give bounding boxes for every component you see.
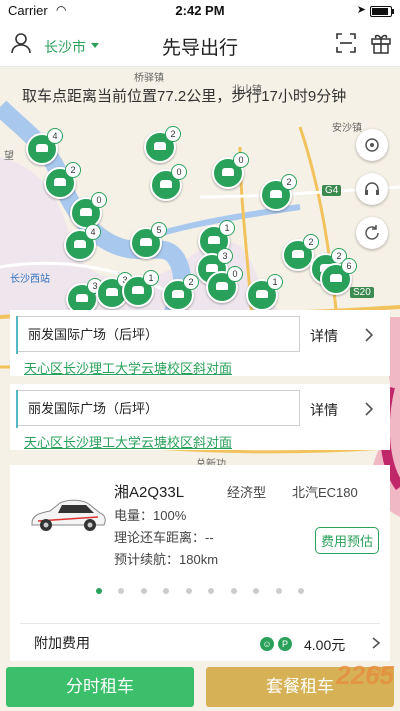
car-station-marker[interactable]: 0 (150, 164, 187, 201)
carousel-dot[interactable] (140, 588, 147, 594)
gift-icon[interactable] (370, 32, 392, 54)
station-card[interactable]: 丽发国际广场（后坪） 详情 天心区长沙理工大学云塘校区斜对面 (10, 384, 390, 450)
extra-fee-label: 附加费用 (34, 635, 90, 651)
carousel-dot[interactable] (230, 588, 237, 594)
vehicle-class: 经济型 (227, 485, 267, 500)
carousel-dot[interactable] (163, 588, 170, 594)
carousel-dot[interactable] (275, 588, 282, 594)
customer-service-button[interactable] (356, 173, 388, 205)
vehicle-model: 北汽EC180 (292, 485, 358, 500)
detail-link[interactable]: 详情 (310, 400, 338, 420)
battery-icon (370, 6, 394, 17)
status-bar: Carrier ◠ 2:42 PM ➤ (0, 0, 400, 22)
car-station-marker[interactable]: 0 (206, 266, 243, 303)
plate-number: 湘A2Q33L (114, 484, 185, 501)
carousel-dot[interactable] (185, 588, 192, 594)
highway-badge: G4 (322, 185, 342, 196)
nav-bar: 长沙市 先导出行 (0, 22, 400, 67)
watermark-sub: 手游网 (366, 666, 394, 676)
map-label: 安沙镇 (332, 123, 362, 134)
chevron-right-icon[interactable] (362, 328, 376, 342)
map-label: 桥驿镇 (134, 73, 164, 84)
refresh-button[interactable] (356, 217, 388, 249)
divider (20, 623, 380, 624)
car-station-marker[interactable]: 0 (212, 152, 249, 189)
car-station-marker[interactable]: 2 (144, 126, 181, 163)
chevron-right-icon[interactable] (370, 637, 382, 649)
scan-icon[interactable] (336, 33, 356, 53)
carousel-dot[interactable] (208, 588, 215, 594)
refresh-icon (365, 225, 379, 240)
smiley-icon: ☺ (260, 636, 274, 651)
map-label: 望 (4, 151, 14, 162)
clock: 2:42 PM (175, 3, 225, 18)
location-arrow-icon: ➤ (356, 4, 366, 16)
detail-link[interactable]: 详情 (310, 326, 338, 346)
distance-info: 取车点距离当前位置77.2公里，步行17小时9分钟 (22, 88, 347, 105)
chevron-right-icon[interactable] (362, 402, 376, 416)
parking-icon: P (278, 636, 292, 651)
station-address[interactable]: 天心区长沙理工大学云塘校区斜对面 (24, 358, 232, 377)
map-label: 长沙西站 (10, 274, 50, 285)
car-image (31, 499, 106, 531)
vehicle-panel[interactable]: 湘A2Q33L 经济型 北汽EC180 电量：100% 理论还车距离：-- 预计… (10, 465, 390, 661)
return-distance: 理论还车距离：-- (114, 530, 214, 545)
carousel-dot[interactable] (298, 588, 305, 594)
battery-level: 电量：100% (114, 508, 187, 523)
time-rental-button[interactable]: 分时租车 (6, 667, 194, 707)
car-station-marker[interactable]: 5 (130, 222, 167, 259)
carousel-dot[interactable] (95, 588, 102, 594)
carousel-dot[interactable] (253, 588, 260, 594)
carousel-dot[interactable] (118, 588, 125, 594)
station-address[interactable]: 天心区长沙理工大学云塘校区斜对面 (24, 432, 232, 451)
locate-button[interactable] (356, 129, 388, 161)
car-station-marker[interactable]: 1 (246, 274, 283, 311)
station-card[interactable]: 丽发国际广场（后坪） 详情 天心区长沙理工大学云塘校区斜对面 (10, 310, 390, 376)
fee-estimate-button[interactable]: 费用预估 (315, 527, 380, 554)
car-station-marker[interactable]: 4 (64, 224, 101, 261)
car-station-marker[interactable]: 4 (26, 128, 63, 165)
estimated-range: 预计续航：180km (114, 552, 219, 567)
station-name: 丽发国际广场（后坪） (18, 316, 300, 352)
extra-fee-icons: ☺ P (260, 635, 296, 653)
car-station-marker[interactable]: 2 (162, 274, 199, 311)
carousel-dots (10, 581, 390, 599)
headset-icon (365, 182, 379, 195)
crosshair-icon (365, 138, 379, 152)
extra-fee-price: 4.00元 (304, 637, 346, 653)
car-station-marker[interactable]: 6 (320, 258, 357, 295)
highway-badge: S20 (350, 287, 374, 298)
car-station-marker[interactable]: 2 (260, 174, 297, 211)
car-station-marker[interactable]: 1 (122, 270, 159, 307)
station-name: 丽发国际广场（后坪） (18, 390, 300, 426)
car-station-marker[interactable]: 2 (44, 162, 81, 199)
